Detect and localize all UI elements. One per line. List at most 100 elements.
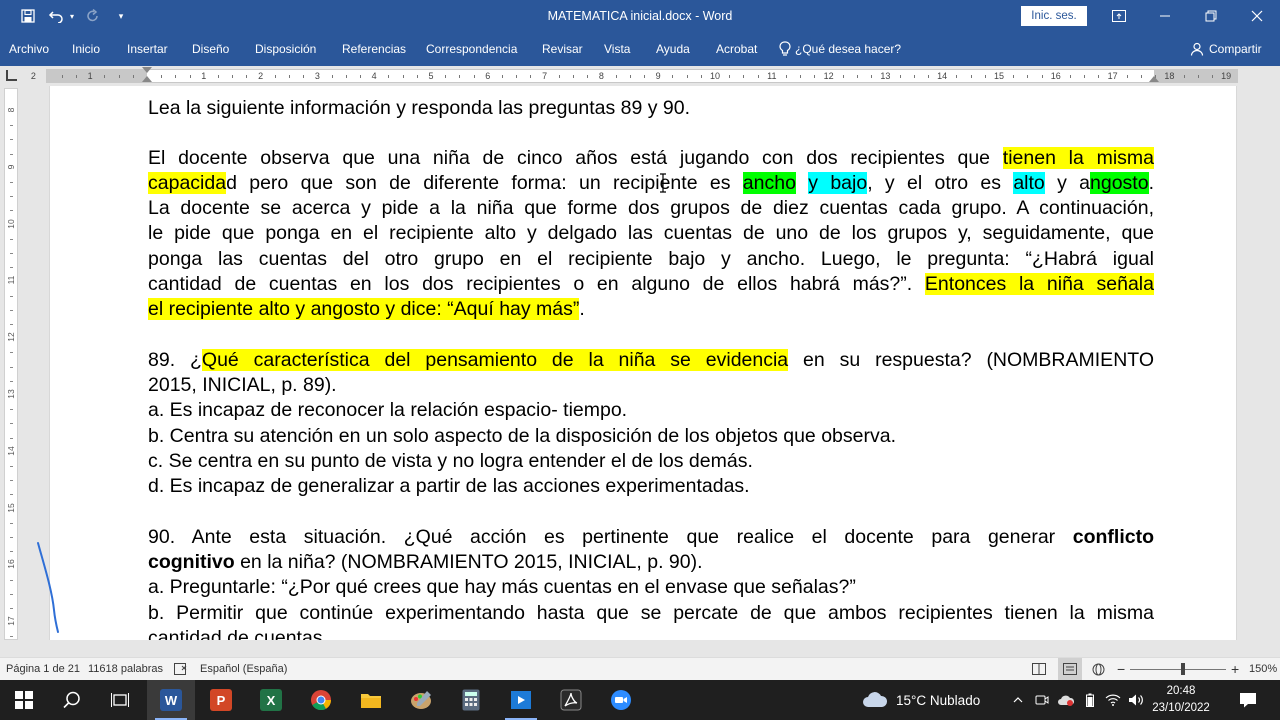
vruler-tick: [10, 153, 13, 155]
acrobat-app-icon[interactable]: [547, 680, 595, 720]
tab-inicio[interactable]: Inicio: [72, 32, 100, 66]
system-clock[interactable]: 20:48 23/10/2022: [1148, 683, 1214, 717]
customize-quick-access-icon[interactable]: ▾: [112, 0, 130, 32]
ruler-tick: [729, 75, 731, 78]
notifications-icon[interactable]: [1228, 680, 1268, 720]
language-indicator[interactable]: Español (España): [200, 658, 287, 681]
body-line[interactable]: ponga las cuentas del otro grupo en el r…: [148, 247, 1154, 272]
tab-acrobat[interactable]: Acrobat: [716, 32, 757, 66]
redo-icon[interactable]: [82, 0, 104, 32]
onedrive-error-icon[interactable]: [1054, 680, 1078, 720]
zoom-in-icon[interactable]: +: [1231, 658, 1239, 681]
body-line[interactable]: el recipiente alto y angosto y dice: “Aq…: [148, 297, 1154, 322]
minimize-icon[interactable]: [1142, 0, 1188, 32]
battery-icon[interactable]: [1078, 680, 1102, 720]
highlight-cyan: alto: [1013, 172, 1045, 194]
search-icon[interactable]: [48, 680, 96, 720]
ruler-tick: [1098, 75, 1100, 78]
wifi-icon[interactable]: [1101, 680, 1125, 720]
word-count[interactable]: 11618 palabras: [88, 658, 163, 681]
question-90-line[interactable]: cognitivo en la niña? (NOMBRAMIENTO 2015…: [148, 550, 1154, 575]
read-mode-icon[interactable]: [1032, 658, 1046, 681]
option-89-c[interactable]: c. Se centra en su punto de vista y no l…: [148, 449, 1154, 474]
tab-insertar[interactable]: Insertar: [127, 32, 168, 66]
calculator-app-icon[interactable]: [447, 680, 495, 720]
question-89-line[interactable]: 2015, INICIAL, p. 89).: [148, 373, 1154, 398]
restore-icon[interactable]: [1188, 0, 1234, 32]
show-hidden-icons-icon[interactable]: [1006, 680, 1030, 720]
tab-correspondencia[interactable]: Correspondencia: [426, 32, 517, 66]
title-bar: ▾ ▾ MATEMATICA inicial.docx - Word Inic.…: [0, 0, 1280, 32]
zoom-level[interactable]: 150%: [1249, 658, 1277, 681]
ruler-number: 19: [1221, 71, 1232, 81]
share-button[interactable]: Compartir: [1190, 32, 1262, 66]
word-app-icon[interactable]: W: [147, 680, 195, 720]
ruler-number: 10: [709, 71, 720, 81]
print-layout-icon[interactable]: [1058, 658, 1082, 681]
page-count[interactable]: Página 1 de 21: [6, 658, 80, 681]
body-line[interactable]: La docente se acerca y pide a la niña qu…: [148, 196, 1154, 221]
task-view-icon[interactable]: [96, 680, 144, 720]
meet-now-icon[interactable]: [1030, 680, 1054, 720]
tell-me-search[interactable]: ¿Qué desea hacer?: [779, 32, 901, 66]
close-icon[interactable]: [1234, 0, 1280, 32]
weather-widget[interactable]: 15°C Nublado: [862, 680, 980, 720]
vruler-tick: [10, 522, 13, 524]
option-90-a[interactable]: a. Preguntarle: “¿Por qué crees que hay …: [148, 575, 1154, 600]
document-page[interactable]: Lea la siguiente información y responda …: [49, 86, 1237, 640]
body-line[interactable]: El docente observa que una niña de cinco…: [148, 146, 1155, 171]
option-90-b[interactable]: b. Permitir que continúe experimentando …: [148, 601, 1154, 626]
tab-archivo[interactable]: Archivo: [9, 32, 49, 66]
excel-app-icon[interactable]: X: [247, 680, 295, 720]
ruler-number: 11: [767, 71, 777, 81]
highlight-yellow: Qué característica del pensamiento de la…: [201, 349, 789, 371]
web-layout-icon[interactable]: [1092, 658, 1105, 681]
windows-start-icon[interactable]: [0, 680, 48, 720]
right-indent-marker[interactable]: [1149, 76, 1159, 82]
body-line[interactable]: cantidad de cuentas en los dos recipient…: [148, 272, 1154, 297]
powerpoint-app-icon[interactable]: P: [197, 680, 245, 720]
tab-disposicion[interactable]: Disposición: [255, 32, 316, 66]
horizontal-ruler[interactable]: 2 1 1 2 3 4 5 6 7 8 9 10 11 12 13 14 15 16 17 18 19: [0, 66, 1280, 86]
intro-paragraph[interactable]: Lea la siguiente información y responda …: [148, 96, 1154, 121]
tab-revisar[interactable]: Revisar: [542, 32, 583, 66]
volume-icon[interactable]: [1124, 680, 1148, 720]
tab-selector-icon[interactable]: [6, 70, 17, 81]
tab-ayuda[interactable]: Ayuda: [656, 32, 690, 66]
body-line[interactable]: le pide que ponga en el recipiente alto …: [148, 221, 1154, 246]
vruler-tick: [10, 494, 13, 496]
zoom-app-icon[interactable]: [597, 680, 645, 720]
zoom-slider-thumb[interactable]: [1181, 663, 1185, 675]
lightbulb-icon: [779, 41, 791, 56]
question-89-line[interactable]: 89. ¿Qué característica del pensamiento …: [148, 348, 1154, 373]
zoom-slider[interactable]: [1130, 669, 1226, 670]
hanging-indent-marker[interactable]: [142, 76, 152, 82]
body-line[interactable]: capacidad pero que son de diferente form…: [148, 171, 1154, 196]
left-indent-marker[interactable]: [142, 67, 152, 73]
movies-app-icon[interactable]: [497, 680, 545, 720]
chrome-app-icon[interactable]: [297, 680, 345, 720]
option-89-d[interactable]: d. Es incapaz de generalizar a partir de…: [148, 474, 1154, 499]
vruler-tick: [10, 324, 13, 325]
save-icon[interactable]: [16, 0, 40, 32]
zoom-out-icon[interactable]: −: [1117, 658, 1125, 681]
vruler-tick: [10, 125, 13, 127]
sign-in-button[interactable]: Inic. ses.: [1021, 6, 1087, 26]
option-90-b-continued[interactable]: cantidad de cuentas.: [148, 626, 1154, 640]
ruler-tick: [274, 75, 276, 78]
option-89-a[interactable]: a. Es incapaz de reconocer la relación e…: [148, 398, 1154, 423]
undo-icon[interactable]: [44, 0, 68, 32]
tab-diseno[interactable]: Diseño: [192, 32, 229, 66]
proofing-icon[interactable]: [174, 658, 188, 681]
tab-referencias[interactable]: Referencias: [342, 32, 406, 66]
question-90-line[interactable]: 90. Ante esta situación. ¿Qué acción es …: [148, 525, 1154, 550]
ruler-tick: [1084, 75, 1086, 78]
file-explorer-icon[interactable]: [347, 680, 395, 720]
ribbon-display-options-icon[interactable]: [1096, 0, 1142, 32]
vertical-ruler[interactable]: 8 9 10 11 12 13 14 15 16 17: [4, 88, 18, 640]
option-89-b[interactable]: b. Centra su atención en un solo aspecto…: [148, 424, 1154, 449]
undo-dropdown-icon[interactable]: ▾: [66, 0, 78, 32]
paint-app-icon[interactable]: [397, 680, 445, 720]
tab-vista[interactable]: Vista: [604, 32, 630, 66]
ruler-number: 8: [598, 71, 604, 81]
